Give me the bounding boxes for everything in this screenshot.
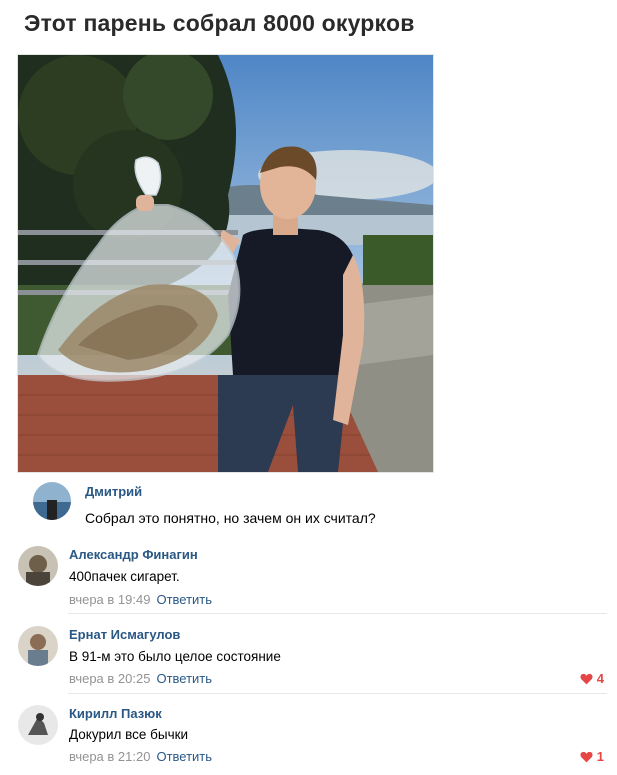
comment-meta: вчера в 21:20 Ответить	[69, 749, 212, 764]
post-photo[interactable]	[17, 54, 434, 473]
like-counter[interactable]: 1	[580, 749, 604, 764]
comment-text: Собрал это понятно, но зачем он их счита…	[85, 510, 376, 526]
comment-timestamp: вчера в 19:49	[69, 592, 151, 607]
comment-item: Ернат Исмагулов В 91-м это было целое со…	[18, 624, 608, 696]
like-count: 4	[596, 671, 604, 686]
post-title: Этот парень собрал 8000 окурков	[24, 10, 415, 36]
reply-link[interactable]: Ответить	[156, 592, 212, 607]
comment-meta: вчера в 19:49 Ответить	[69, 592, 212, 607]
comment-item: Кирилл Пазюк Докурил все бычки вчера в 2…	[18, 703, 608, 775]
comment-timestamp: вчера в 21:20	[69, 749, 151, 764]
comment-author[interactable]: Александр Финагин	[69, 547, 198, 562]
avatar[interactable]	[18, 546, 58, 586]
divider	[68, 693, 607, 694]
comment-author[interactable]: Ернат Исмагулов	[69, 627, 180, 642]
comment-text: 400пачек сигарет.	[69, 569, 180, 584]
avatar[interactable]	[18, 705, 58, 745]
heart-icon	[580, 673, 593, 684]
avatar[interactable]	[18, 626, 58, 666]
like-count: 1	[596, 749, 604, 764]
divider	[68, 613, 607, 614]
reply-link[interactable]: Ответить	[156, 749, 212, 764]
comment-text: Докурил все бычки	[69, 727, 189, 742]
comment-author[interactable]: Дмитрий	[85, 484, 142, 499]
comment-text: В 91-м это было целое состояние	[69, 649, 281, 664]
reply-link[interactable]: Ответить	[156, 671, 212, 686]
heart-icon	[580, 751, 593, 762]
like-counter[interactable]: 4	[580, 671, 604, 686]
comment-author[interactable]: Кирилл Пазюк	[69, 706, 162, 721]
comment-timestamp: вчера в 20:25	[69, 671, 151, 686]
avatar[interactable]	[33, 482, 71, 520]
comment-meta: вчера в 20:25 Ответить	[69, 671, 212, 686]
comment-item: Александр Финагин 400пачек сигарет. вчер…	[18, 544, 608, 616]
quoted-comment: Дмитрий Собрал это понятно, но зачем он …	[33, 482, 593, 526]
